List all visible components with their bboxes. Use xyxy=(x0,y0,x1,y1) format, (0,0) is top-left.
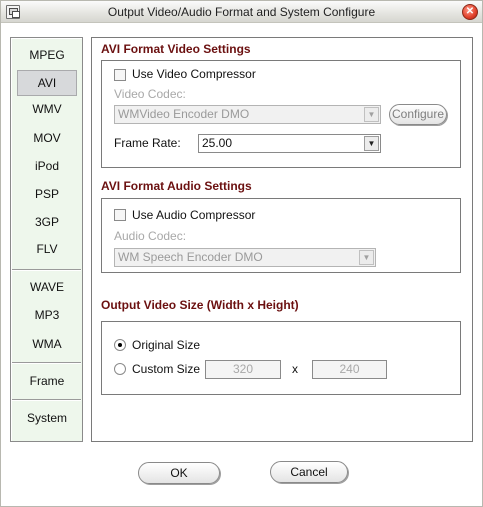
video-size-title: Output Video Size (Width x Height) xyxy=(101,298,299,312)
frame-rate-label: Frame Rate: xyxy=(114,136,181,150)
custom-size-label: Custom Size xyxy=(132,362,201,376)
nav-item-wma[interactable]: WMA xyxy=(17,331,77,357)
use-audio-compressor-checkbox[interactable] xyxy=(114,209,126,221)
nav-divider xyxy=(12,269,81,271)
audio-settings-group: Use Audio Compressor Audio Codec: WM Spe… xyxy=(101,198,461,273)
use-video-compressor-label: Use Video Compressor xyxy=(132,67,256,81)
format-nav: MPEG AVI WMV MOV iPod PSP 3GP FLV WAVE M… xyxy=(10,37,83,442)
nav-item-mpeg[interactable]: MPEG xyxy=(17,42,77,68)
nav-divider xyxy=(12,399,81,401)
audio-settings-title: AVI Format Audio Settings xyxy=(101,179,252,193)
chevron-down-icon: ▼ xyxy=(359,250,374,265)
frame-rate-select[interactable]: 25.00 ▼ xyxy=(198,134,381,153)
video-codec-value: WMVideo Encoder DMO xyxy=(118,107,250,121)
title-bar[interactable]: Output Video/Audio Format and System Con… xyxy=(1,1,482,23)
video-codec-select[interactable]: WMVideo Encoder DMO ▼ xyxy=(114,105,381,124)
nav-divider xyxy=(12,362,81,364)
custom-width-input[interactable]: 320 xyxy=(205,360,281,379)
custom-size-radio[interactable] xyxy=(114,363,126,375)
nav-item-flv[interactable]: FLV xyxy=(17,236,77,262)
chevron-down-icon: ▼ xyxy=(364,107,379,122)
ok-button[interactable]: OK xyxy=(138,462,220,484)
use-audio-compressor-label: Use Audio Compressor xyxy=(132,208,256,222)
nav-item-3gp[interactable]: 3GP xyxy=(17,209,77,235)
nav-item-frame[interactable]: Frame xyxy=(17,368,77,394)
nav-item-psp[interactable]: PSP xyxy=(17,181,77,207)
window-title: Output Video/Audio Format and System Con… xyxy=(107,5,376,19)
video-size-group: Original Size Custom Size 320 x 240 xyxy=(101,321,461,395)
nav-item-ipod[interactable]: iPod xyxy=(17,153,77,179)
chevron-down-icon: ▼ xyxy=(364,136,379,151)
nav-item-wave[interactable]: WAVE xyxy=(17,274,77,300)
configure-button[interactable]: Configure xyxy=(389,104,447,125)
nav-item-mp3[interactable]: MP3 xyxy=(17,302,77,328)
close-button[interactable]: ✕ xyxy=(462,4,478,20)
settings-panel: AVI Format Video Settings Use Video Comp… xyxy=(91,37,473,442)
times-label: x xyxy=(292,362,298,376)
nav-item-avi[interactable]: AVI xyxy=(17,70,77,96)
video-codec-label: Video Codec: xyxy=(114,87,186,101)
audio-codec-label: Audio Codec: xyxy=(114,229,187,243)
use-video-compressor-checkbox[interactable] xyxy=(114,69,126,81)
nav-item-wmv[interactable]: WMV xyxy=(17,96,77,122)
audio-codec-select[interactable]: WM Speech Encoder DMO ▼ xyxy=(114,248,376,267)
frame-rate-value: 25.00 xyxy=(202,136,233,150)
video-settings-group: Use Video Compressor Video Codec: WMVide… xyxy=(101,60,461,168)
video-settings-title: AVI Format Video Settings xyxy=(101,42,251,56)
custom-height-input[interactable]: 240 xyxy=(312,360,387,379)
audio-codec-value: WM Speech Encoder DMO xyxy=(118,250,263,264)
dialog-window: Output Video/Audio Format and System Con… xyxy=(0,0,483,507)
original-size-label: Original Size xyxy=(132,338,201,352)
original-size-radio[interactable] xyxy=(114,339,126,351)
cancel-button[interactable]: Cancel xyxy=(270,461,348,483)
nav-item-system[interactable]: System xyxy=(17,405,77,431)
nav-item-mov[interactable]: MOV xyxy=(17,125,77,151)
